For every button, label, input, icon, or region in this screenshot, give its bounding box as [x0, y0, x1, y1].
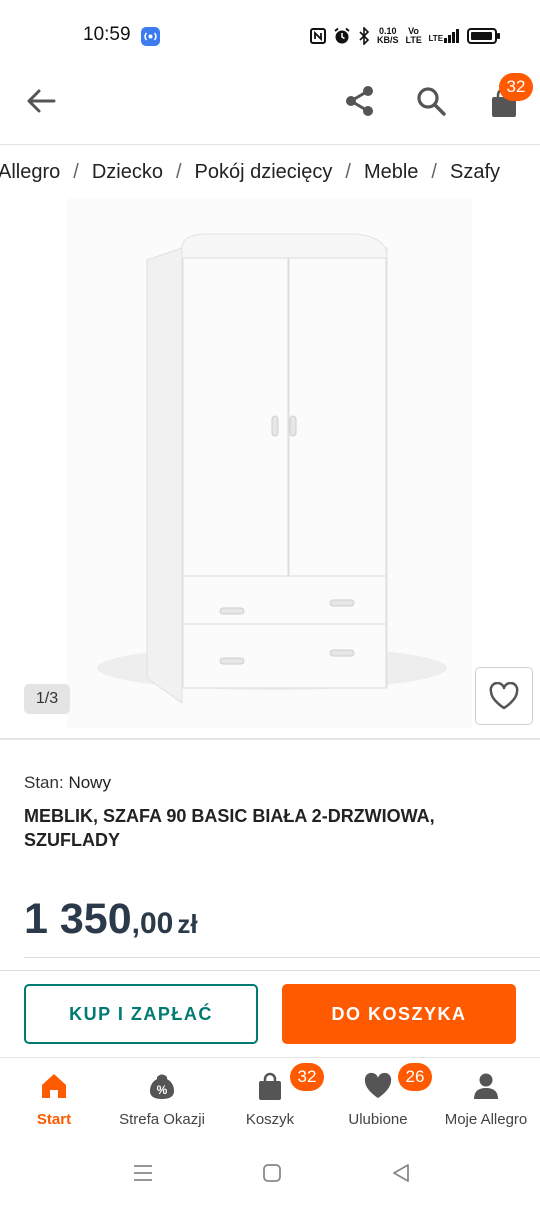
breadcrumb-item-dziecko[interactable]: Dziecko — [92, 161, 163, 184]
buy-now-button[interactable]: KUP I ZAPŁAĆ — [24, 984, 258, 1044]
signal-icon: LTE — [429, 29, 461, 43]
product-title: MEBLIK, SZAFA 90 BASIC BIAŁA 2-DRZWIOWA,… — [24, 806, 435, 850]
price-decimal: ,00 — [131, 907, 174, 940]
status-icons: 0.10 KB/S Vo LTE LTE — [310, 24, 501, 48]
nav-koszyk[interactable]: 32 Koszyk — [216, 1063, 324, 1140]
home-icon — [42, 1074, 66, 1098]
heart-icon — [364, 1072, 392, 1098]
system-nav-bar — [0, 1140, 540, 1206]
volte-label: Vo LTE — [405, 26, 422, 45]
price-currency: zł — [177, 909, 198, 939]
user-icon — [474, 1073, 498, 1099]
cart-badge: 32 — [290, 1063, 324, 1091]
nfc-icon — [310, 28, 326, 44]
breadcrumb-item-meble[interactable]: Meble — [364, 161, 418, 184]
breadcrumb-separator: / — [175, 161, 182, 183]
nav-strefa-okazji[interactable]: % Strefa Okazji — [108, 1070, 216, 1140]
nav-ulubione[interactable]: 26 Ulubione — [324, 1063, 432, 1140]
favorite-button[interactable] — [475, 667, 533, 725]
nav-label: Strefa Okazji — [119, 1111, 205, 1128]
back-button-icon[interactable] — [391, 1163, 411, 1183]
back-arrow-icon[interactable] — [26, 88, 56, 114]
status-time: 10:59 — [83, 24, 131, 45]
divider — [0, 738, 540, 740]
breadcrumb-separator: / — [345, 161, 351, 183]
breadcrumb-item-szafy[interactable]: Szafy — [450, 161, 500, 184]
cart-icon — [259, 1072, 281, 1100]
battery-icon — [467, 28, 501, 44]
recent-apps-icon[interactable] — [133, 1164, 153, 1182]
nav-label: Koszyk — [245, 1111, 295, 1128]
image-counter: 1/3 — [24, 684, 70, 714]
divider — [0, 970, 540, 971]
bluetooth-icon — [359, 27, 370, 45]
status-bar: 10:59 0.10 KB/S Vo LTE LTE — [0, 0, 540, 70]
breadcrumb-item-pokoj[interactable]: Pokój dziecięcy — [195, 161, 333, 184]
breadcrumb-separator: / — [73, 161, 79, 183]
hotspot-icon — [141, 27, 160, 46]
condition: Stan: Nowy — [24, 773, 111, 793]
app-bar — [0, 70, 540, 145]
home-button-icon[interactable] — [262, 1163, 282, 1183]
add-to-cart-button[interactable]: DO KOSZYKA — [282, 984, 516, 1044]
nav-moje-allegro[interactable]: Moje Allegro — [432, 1070, 540, 1140]
network-speed: 0.10 KB/S — [377, 26, 399, 45]
nav-label: Start — [36, 1111, 72, 1128]
favorites-badge: 26 — [398, 1063, 432, 1091]
price-integer: 1 350 — [24, 895, 132, 943]
heart-outline-icon — [489, 682, 519, 710]
condition-label: Stan: — [24, 773, 64, 792]
svg-text:%: % — [157, 1083, 168, 1097]
nav-label: Ulubione — [348, 1111, 408, 1128]
percent-bag-icon: % — [150, 1074, 174, 1099]
product-image[interactable] — [67, 198, 472, 728]
breadcrumb-item-allegro[interactable]: Allegro — [0, 161, 60, 184]
nav-label: Moje Allegro — [444, 1111, 528, 1128]
breadcrumb-separator: / — [431, 161, 437, 183]
share-icon[interactable] — [344, 85, 376, 117]
cart-count-badge: 32 — [499, 73, 533, 101]
nav-start[interactable]: Start — [0, 1070, 108, 1140]
search-icon[interactable] — [416, 86, 446, 116]
condition-value: Nowy — [68, 773, 111, 792]
divider — [24, 957, 540, 958]
breadcrumb: Allegro / Dziecko / Pokój dziecięcy / Me… — [0, 161, 500, 184]
divider — [0, 1057, 540, 1058]
alarm-icon — [334, 27, 350, 44]
price: 1 350,00 zł — [24, 895, 198, 944]
wardrobe-image — [97, 233, 447, 704]
